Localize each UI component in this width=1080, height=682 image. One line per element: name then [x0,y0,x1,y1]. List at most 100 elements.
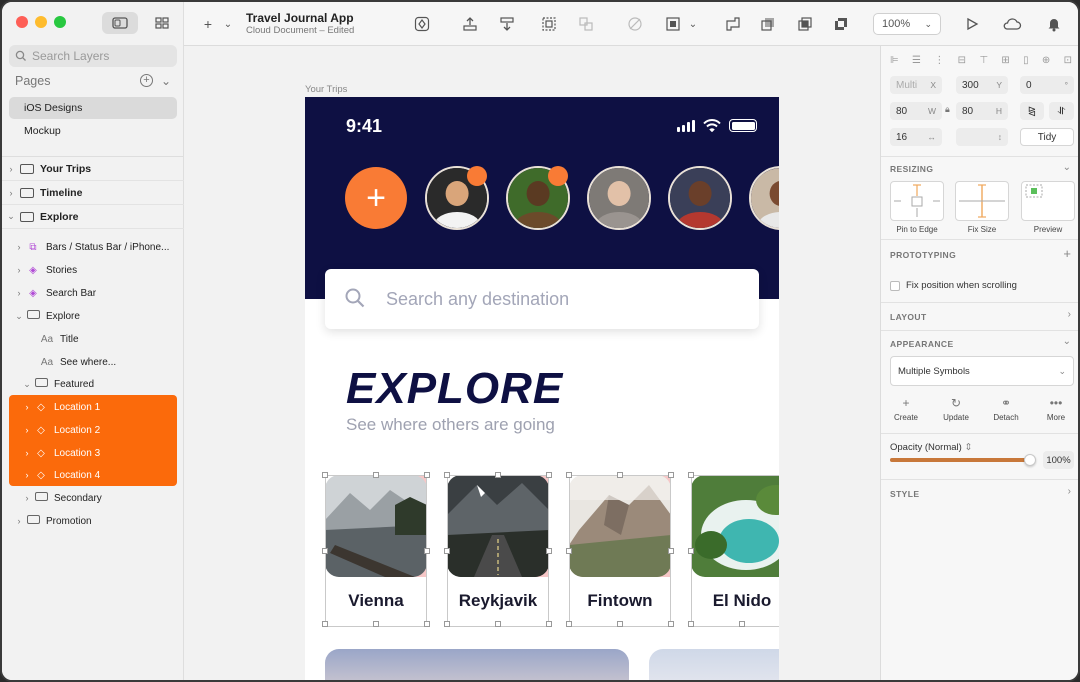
bell-icon[interactable] [1044,14,1064,34]
artboard-row-your-trips[interactable]: › Your Trips [2,157,184,181]
create-symbol-icon[interactable] [412,14,432,34]
tidy-button[interactable]: Tidy [1020,128,1074,146]
chevron-down-icon[interactable]: ⌄ [20,379,34,390]
union-icon[interactable] [723,14,743,34]
chevron-down-icon[interactable]: ⌄ [1063,162,1071,173]
opacity-value-field[interactable]: 100% [1043,451,1074,469]
group-icon[interactable] [539,14,559,34]
chevron-right-icon[interactable]: › [20,402,34,412]
pin-to-edge-option[interactable] [890,181,944,221]
width-field[interactable]: 80 W [890,102,942,120]
resize-handle[interactable] [546,548,552,554]
resize-handle[interactable] [322,472,328,478]
resize-handle[interactable] [495,621,501,627]
x-position-field[interactable]: Multi X [890,76,942,94]
zoom-window-button[interactable] [54,16,66,28]
layer-explore-group[interactable]: ⌄ Explore [12,305,80,327]
layer-location-3[interactable]: › ◇ Location 3 [20,442,101,464]
story-avatar[interactable] [668,166,732,230]
symbol-select[interactable]: Multiple Symbols ⌄ [890,356,1074,386]
chevron-down-icon[interactable]: ⌄ [161,74,171,88]
vertical-spacing-field[interactable]: ↕ [956,128,1008,146]
artboard-row-timeline[interactable]: › Timeline [2,181,184,205]
layer-location-4[interactable]: › ◇ Location 4 [20,464,101,486]
align-top-icon[interactable]: ⊤ [979,55,988,66]
align-center-icon[interactable]: ☰ [912,55,921,66]
artboard-phone[interactable]: 9:41 + Search any destination EXPLORE Se… [305,97,779,680]
move-backward-icon[interactable] [497,14,517,34]
chevron-right-icon[interactable]: › [20,448,34,458]
chevron-down-icon[interactable]: ⌄ [12,311,26,322]
resize-handle[interactable] [668,472,674,478]
chevron-right-icon[interactable]: › [20,470,34,480]
resize-handle[interactable] [688,472,694,478]
layer-featured-group[interactable]: ⌄ Featured [20,373,94,395]
fix-size-option[interactable] [955,181,1009,221]
layer-see-where[interactable]: Aa See where... [26,351,116,373]
add-page-icon[interactable]: + [139,74,153,87]
resize-handle[interactable] [546,472,552,478]
chevron-right-icon[interactable]: › [2,164,20,174]
intersect-icon[interactable] [795,14,815,34]
resize-handle[interactable] [566,548,572,554]
resize-handle[interactable] [444,621,450,627]
layers-view-button[interactable] [102,12,138,34]
ungroup-icon[interactable] [576,14,596,34]
opacity-slider[interactable] [890,454,1036,466]
opacity-slider-knob[interactable] [1024,454,1036,466]
promotion-card[interactable] [325,649,629,680]
resize-handle[interactable] [668,548,674,554]
chevron-right-icon[interactable]: › [12,242,26,252]
horizontal-spacing-field[interactable]: 16 ↔ [890,128,942,146]
design-canvas[interactable]: Your Trips 9:41 + Search any destination… [184,46,880,680]
promotion-card[interactable] [649,649,779,680]
subtract-icon[interactable] [758,14,778,34]
resize-handle[interactable] [495,472,501,478]
cloud-icon[interactable] [1002,14,1022,34]
resize-handle[interactable] [424,621,430,627]
chevron-right-icon[interactable]: › [20,493,34,503]
align-right-icon[interactable]: ⋮ [934,55,944,66]
zoom-select[interactable]: 100% ⌄ [873,13,941,35]
destination-search-bar[interactable]: Search any destination [325,269,759,329]
scale-icon[interactable] [663,14,683,34]
artboard-row-explore[interactable]: ⌄ Explore [2,205,184,229]
resize-handle[interactable] [373,621,379,627]
chevron-right-icon[interactable]: › [20,425,34,435]
update-symbol-button[interactable]: ↻ Update [933,396,979,422]
add-prototyping-icon[interactable]: + [1063,246,1071,261]
align-left-icon[interactable]: ⊫ [890,55,899,66]
resize-handle[interactable] [668,621,674,627]
height-field[interactable]: 80 H [956,102,1008,120]
resize-handle[interactable] [688,621,694,627]
flip-vertical-button[interactable]: ⥯ [1049,102,1074,120]
layer-stories[interactable]: › ◈ Stories [12,259,78,281]
resize-handle[interactable] [444,472,450,478]
mask-disabled-icon[interactable] [625,14,645,34]
resize-handle[interactable] [322,548,328,554]
align-middle-icon[interactable]: ⊞ [1001,55,1009,66]
layer-location-1[interactable]: › ◇ Location 1 [20,396,101,418]
tidy-icon[interactable]: ⊡ [1064,55,1072,66]
close-window-button[interactable] [16,16,28,28]
flip-horizontal-button[interactable]: ⧎ [1020,102,1044,120]
resize-handle[interactable] [617,472,623,478]
preview-option[interactable] [1021,181,1075,221]
resize-handle[interactable] [566,472,572,478]
add-story-button[interactable]: + [345,167,407,229]
fix-position-checkbox[interactable] [890,281,900,291]
resize-handle[interactable] [739,621,745,627]
chevron-down-icon[interactable]: ⌄ [1063,336,1071,347]
opacity-label[interactable]: Opacity (Normal) ⇕ [890,442,972,453]
insert-plus-icon[interactable]: + [198,14,218,34]
distribute-horizontal-icon[interactable]: ⊟ [958,55,966,66]
resize-handle[interactable] [424,472,430,478]
move-forward-icon[interactable] [460,14,480,34]
layer-status-bar[interactable]: › ⧉ Bars / Status Bar / iPhone... [12,236,170,258]
chevron-right-icon[interactable]: › [12,265,26,275]
artboard-title[interactable]: Your Trips [305,84,347,95]
chevron-right-icon[interactable]: › [1068,486,1071,497]
chevron-right-icon[interactable]: › [2,188,20,198]
chevron-down-icon[interactable]: ⌄ [218,14,238,34]
y-position-field[interactable]: 300 Y [956,76,1008,94]
